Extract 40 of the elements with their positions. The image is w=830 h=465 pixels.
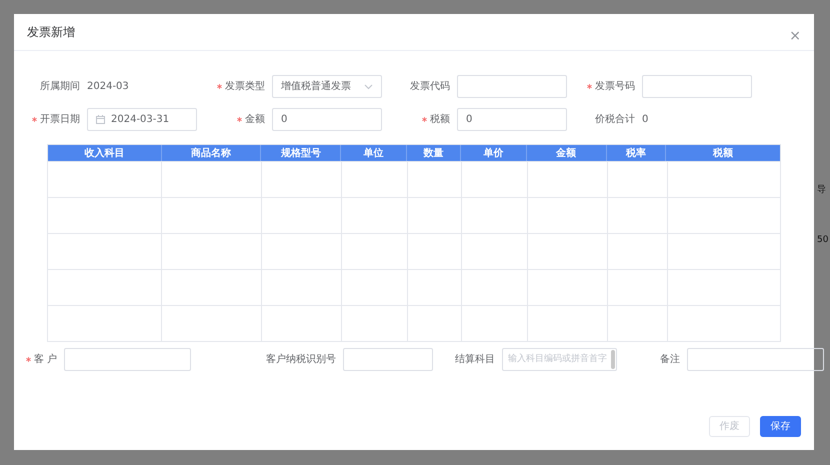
- input-field[interactable]: 0: [457, 108, 567, 131]
- input-field[interactable]: 0: [272, 108, 382, 131]
- column-header: 收入科目: [48, 145, 162, 161]
- input-field[interactable]: [457, 75, 567, 98]
- field-label: 所属期间: [40, 80, 80, 94]
- column-header: 税额: [712, 146, 734, 160]
- field-label: 发票号码: [595, 80, 635, 94]
- column-header: 税率: [606, 145, 666, 161]
- field-label: 客户纳税识别号: [266, 352, 336, 367]
- field-label: 客 户: [34, 352, 57, 367]
- field-value: 2024-03: [87, 80, 130, 94]
- field-value: 0: [642, 113, 650, 127]
- input-field[interactable]: [343, 348, 433, 371]
- field-label: 结算科目: [455, 352, 495, 367]
- column-header: 规格型号: [261, 145, 342, 161]
- field-label: 发票类型: [225, 80, 265, 94]
- calendar-icon: [96, 115, 105, 124]
- date-field[interactable]: 2024-03-31: [87, 108, 197, 131]
- input-field[interactable]: [687, 348, 824, 371]
- field-label: 备注: [660, 352, 680, 367]
- input-field[interactable]: [64, 348, 191, 371]
- input-field[interactable]: [642, 75, 752, 98]
- dialog-title: 发票新增: [27, 24, 75, 41]
- close-button[interactable]: ×: [789, 29, 801, 43]
- background-text: 导: [817, 184, 826, 197]
- scrollbar-thumb: [611, 350, 615, 369]
- column-header: 单位: [341, 145, 408, 161]
- column-header: 单价: [460, 145, 527, 161]
- chevron-down-icon: [364, 84, 373, 90]
- field-label: 价税合计: [595, 112, 635, 127]
- field-label: 发票代码: [410, 80, 450, 94]
- column-header: 金额: [526, 145, 606, 161]
- select-field[interactable]: 增值税普通发票: [272, 75, 382, 98]
- column-header: 商品名称: [162, 145, 262, 161]
- field-label: 税额: [430, 112, 450, 127]
- field-label: 开票日期: [40, 112, 80, 127]
- field-label: 金额: [245, 112, 265, 127]
- column-header: 数量: [407, 145, 461, 161]
- background-text: 50: [817, 234, 828, 246]
- save-button[interactable]: 保存: [760, 416, 801, 437]
